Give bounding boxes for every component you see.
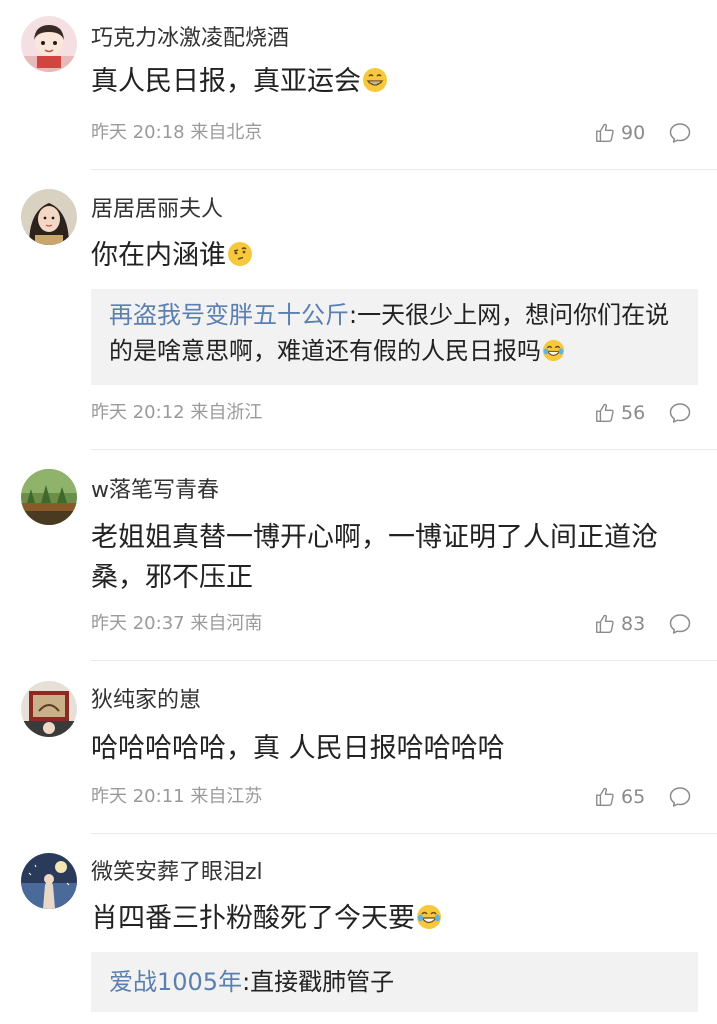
- comment-text-body: 你在内涵谁: [91, 240, 226, 271]
- divider: [91, 449, 717, 450]
- thumbs-up-icon: [594, 122, 616, 144]
- comment-text: 真人民日报，真亚运会: [91, 62, 691, 102]
- like-count: 56: [621, 402, 646, 424]
- like-button[interactable]: 83: [594, 609, 645, 639]
- username[interactable]: 微笑安葬了眼泪zl: [91, 856, 263, 890]
- username[interactable]: 巧克力冰激凌配烧酒: [91, 22, 289, 56]
- grin-emoji: [362, 67, 388, 93]
- avatar[interactable]: [21, 681, 77, 737]
- comment-meta: 昨天 20:11 来自江苏: [91, 782, 262, 812]
- comment-feed: 巧克力冰激凌配烧酒 真人民日报，真亚运会 昨天 20:18 来自北京 90 居居…: [0, 0, 717, 1024]
- like-count: 83: [621, 613, 646, 635]
- comment-time: 昨天 20:18: [91, 122, 185, 143]
- quoted-reply[interactable]: 爱战1005年:直接戳肺管子: [91, 952, 698, 1012]
- reply-icon[interactable]: [668, 401, 692, 425]
- like-button[interactable]: 90: [594, 118, 645, 148]
- thumbs-up-icon: [594, 786, 616, 808]
- quoted-username[interactable]: 再盗我号变胖五十公斤: [109, 301, 349, 329]
- comment-meta: 昨天 20:37 来自河南: [91, 609, 262, 639]
- username[interactable]: w落笔写青春: [91, 474, 219, 508]
- thumbs-up-icon: [594, 613, 616, 635]
- reply-icon[interactable]: [668, 121, 692, 145]
- avatar[interactable]: [21, 189, 77, 245]
- comment-location: 来自河南: [190, 613, 263, 634]
- comment-text: 肖四番三扑粉酸死了今天要: [91, 899, 691, 939]
- divider: [91, 660, 717, 661]
- quoted-username[interactable]: 爱战1005年: [109, 968, 242, 996]
- thumbs-up-icon: [594, 402, 616, 424]
- comment-time: 昨天 20:11: [91, 786, 185, 807]
- avatar[interactable]: [21, 853, 77, 909]
- like-count: 65: [621, 786, 646, 808]
- avatar[interactable]: [21, 469, 77, 525]
- comment-time: 昨天 20:12: [91, 402, 185, 423]
- avatar[interactable]: [21, 16, 77, 72]
- comment-text-body: 肖四番三扑粉酸死了今天要: [91, 903, 415, 934]
- quoted-text: :直接戳肺管子: [242, 968, 395, 996]
- like-button[interactable]: 65: [594, 782, 645, 812]
- comment-text: 老姐姐真替一博开心啊，一博证明了人间正道沧桑，邪不压正: [91, 522, 658, 593]
- comment-location: 来自江苏: [190, 786, 263, 807]
- divider: [91, 833, 717, 834]
- comment-location: 来自北京: [190, 122, 263, 143]
- like-button[interactable]: 56: [594, 398, 645, 428]
- divider: [91, 169, 717, 170]
- comment-meta: 昨天 20:18 来自北京: [91, 118, 262, 148]
- like-count: 90: [621, 122, 646, 144]
- comment-meta: 昨天 20:12 来自浙江: [91, 398, 262, 428]
- comment-text: 哈哈哈哈哈，真 人民日报哈哈哈哈: [91, 733, 505, 764]
- laugh-cry-emoji: [416, 904, 442, 930]
- laugh-cry-emoji: [542, 339, 565, 362]
- comment-text: 你在内涵谁: [91, 236, 691, 276]
- thinking-emoji: [227, 241, 253, 267]
- comment-text-body: 真人民日报，真亚运会: [91, 66, 361, 97]
- comment-location: 来自浙江: [190, 402, 263, 423]
- comment-time: 昨天 20:37: [91, 613, 185, 634]
- quoted-reply[interactable]: 再盗我号变胖五十公斤:一天很少上网，想问你们在说的是啥意思啊，难道还有假的人民日…: [91, 289, 698, 385]
- reply-icon[interactable]: [668, 612, 692, 636]
- username[interactable]: 居居居丽夫人: [91, 193, 223, 227]
- username[interactable]: 狄纯家的崽: [91, 684, 201, 718]
- reply-icon[interactable]: [668, 785, 692, 809]
